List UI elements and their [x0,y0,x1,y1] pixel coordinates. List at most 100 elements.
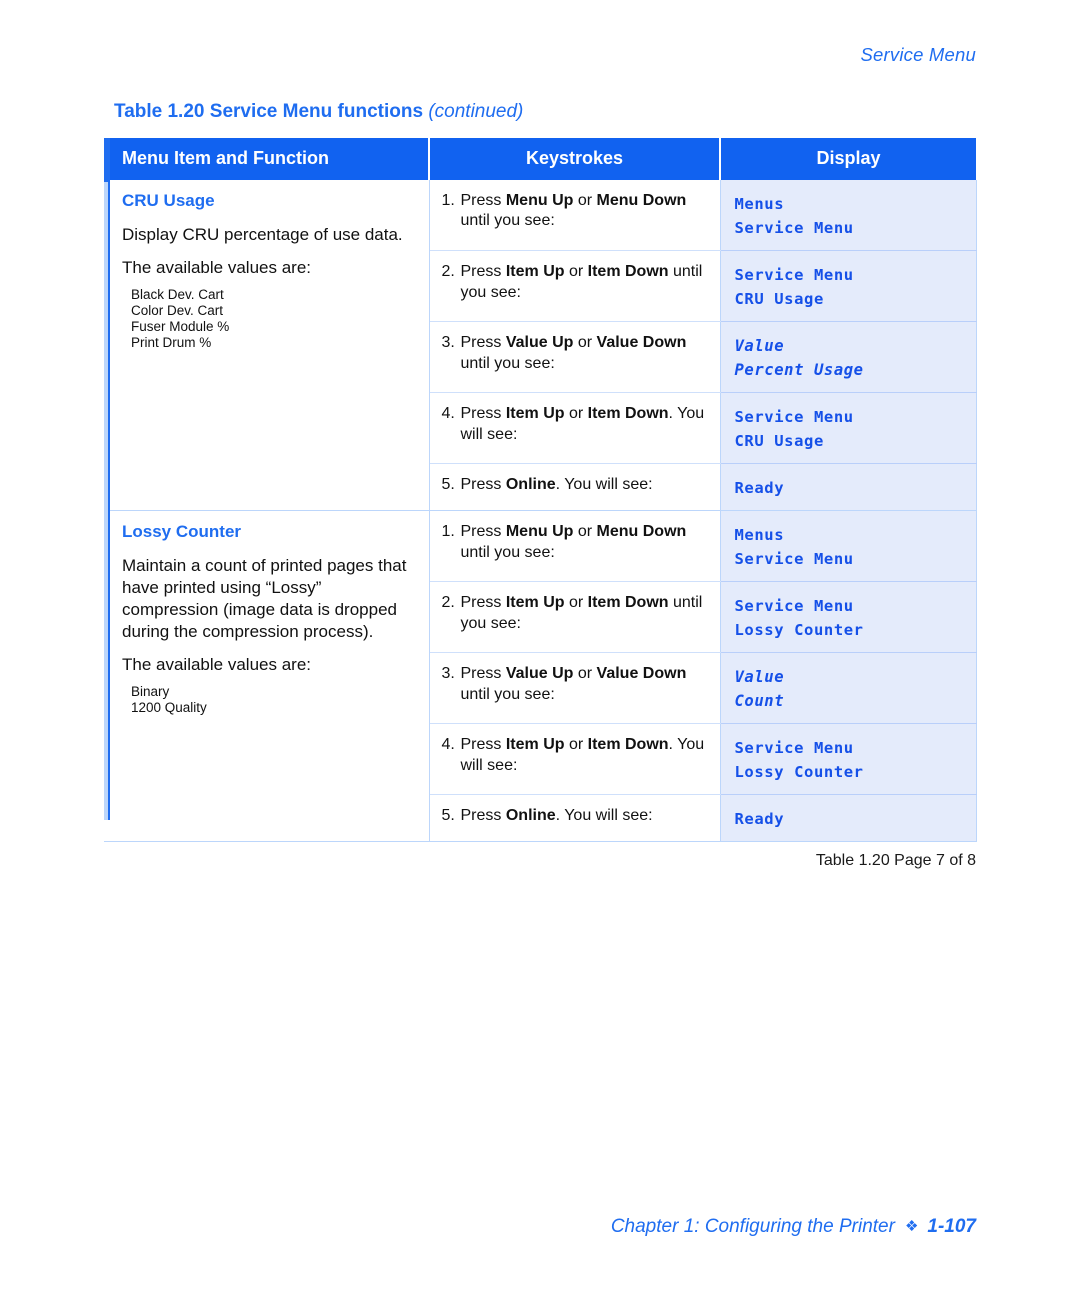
keystroke-plain-text: Press [460,192,506,209]
keystroke-step-number: 3. [441,334,455,352]
keystroke-step-text: Press Value Up or Value Down until you s… [461,333,710,374]
keystroke-button-label: Menu Down [596,523,687,541]
display-cell: Service Menu Lossy Counter [720,723,977,796]
menu-item-cell: CRU Usage Display CRU percentage of use d… [104,180,430,512]
table-row: Lossy Counter Maintain a count of printed… [104,510,977,843]
keystroke-plain-text: Press [460,523,506,541]
keystroke-step-number: 4. [441,405,455,423]
display-cell: Ready [720,463,977,512]
menu-item-title: Lossy Counter [122,522,242,542]
column-header-keystrokes: Keystrokes [429,138,721,180]
display-line: Ready [734,479,785,498]
keystroke-step-number: 1. [441,523,455,541]
display-line: Service Menu [734,597,854,616]
available-value-item: Fuser Module % [131,318,230,334]
diamond-icon: ❖ [904,1218,919,1235]
keystroke-step-number: 2. [441,594,455,612]
keystroke-step-text: Press Item Up or Item Down until you see… [461,593,710,634]
menu-item-title: CRU Usage [122,191,215,210]
display-cell: Value Count [720,652,977,725]
running-head: Service Menu [860,44,976,65]
keystroke-step-text: Press Menu Up or Menu Down until you see… [461,191,710,232]
table-body: CRU Usage Display CRU percentage of use d… [104,180,977,843]
keystroke-step-text: Press Online. You will see: [461,475,710,495]
keystroke-button-label: Value Up [505,334,574,352]
available-values-label: The available values are: [122,257,312,277]
display-line: Service Menu [734,408,854,427]
display-line: Lossy Counter [734,621,864,640]
keystroke-button-label: Online [505,476,556,494]
keystroke-button-label: Item Down [587,736,669,754]
keystroke-button-label: Menu Down [596,192,687,209]
keystroke-step-number: 2. [441,263,455,281]
display-cell: Menus Service Menu [720,180,977,252]
keystroke-plain-text: until you see: [460,212,555,230]
keystroke-plain-text: Press [460,736,506,754]
keystroke-plain-text: or [564,405,588,423]
available-values-list: Binary 1200 Quality [131,684,413,716]
keystrokes-cell: 1. Press Menu Up or Menu Down until you s… [429,180,721,252]
table-page-reference: Table 1.20 Page 7 of 8 [720,841,976,871]
keystroke-step: 5. Press Online. You will see: [442,475,710,495]
service-menu-functions-table: Menu Item and Function Keystrokes Displa… [104,138,977,871]
keystroke-button-label: Value Down [596,665,687,683]
keystroke-button-label: Menu Up [505,192,574,209]
page-footer: Chapter 1: Configuring the Printer ❖ 1-107 [0,1216,976,1238]
display-line: Percent Usage [734,361,864,380]
keystroke-step-text: Press Online. You will see: [461,806,710,826]
keystroke-button-label: Item Down [587,405,669,423]
menu-item-description: Display CRU percentage of use data. [122,224,403,244]
keystroke-button-label: Value Up [505,665,574,683]
table-footer-spacer-mid [429,841,720,871]
available-values-label: The available values are: [122,655,312,675]
display-line: Service Menu [734,739,854,758]
keystrokes-cell: 3. Press Value Up or Value Down until you… [429,652,721,725]
keystrokes-cell: 5. Press Online. You will see: [429,794,721,843]
keystroke-plain-text: Press [460,263,506,281]
table-caption-continued: (continued) [428,101,524,122]
display-line: Lossy Counter [734,763,864,782]
keystroke-plain-text: or [564,594,588,612]
keystroke-plain-text: . You will see: [555,807,653,825]
display-line: Count [734,692,785,711]
keystroke-plain-text: until you see: [460,354,555,372]
display-line: Service Menu [734,550,854,569]
keystroke-plain-text: Press [460,594,506,612]
display-line: CRU Usage [734,432,824,451]
keystroke-plain-text: or [573,192,597,209]
keystroke-button-label: Online [505,807,556,825]
keystroke-button-label: Item Down [587,263,669,281]
keystrokes-cell: 2. Press Item Up or Item Down until you s… [429,581,721,654]
keystroke-step: 1. Press Menu Up or Menu Down until you s… [442,191,710,232]
display-cell: Value Percent Usage [720,321,977,394]
keystroke-button-label: Menu Up [505,523,574,541]
keystroke-step-text: Press Item Up or Item Down. You will see… [461,404,710,445]
keystroke-plain-text: Press [460,807,506,825]
display-line: Service Menu [734,219,854,238]
keystroke-step-text: Press Item Up or Item Down. You will see… [461,735,710,776]
table-header-row: Menu Item and Function Keystrokes Displa… [104,138,976,180]
menu-item-description: Maintain a count of printed pages that h… [122,555,407,642]
display-line: Service Menu [734,266,854,285]
display-line: CRU Usage [734,290,824,309]
keystrokes-cell: 4. Press Item Up or Item Down. You will s… [429,392,721,465]
keystroke-step-number: 4. [441,736,455,754]
display-line: Value [734,668,785,687]
table-caption-title: Service Menu functions [209,101,424,122]
table-footer-row: Table 1.20 Page 7 of 8 [104,841,976,871]
table-left-rule [104,182,108,820]
column-header-display: Display [720,138,976,180]
keystrokes-cell: 1. Press Menu Up or Menu Down until you s… [429,510,721,583]
table-row: CRU Usage Display CRU percentage of use d… [104,180,977,512]
keystroke-button-label: Value Down [596,334,687,352]
keystroke-plain-text: Press [460,476,506,494]
column-header-menu-item: Menu Item and Function [104,138,430,180]
keystrokes-cell: 5. Press Online. You will see: [429,463,721,512]
keystroke-plain-text: . You will see: [555,476,653,494]
display-line: Menus [734,526,785,545]
keystroke-button-label: Item Down [587,594,669,612]
available-value-item: Binary [131,684,170,700]
table-caption: Table 1.20 Service Menu functions (conti… [114,101,523,123]
keystrokes-cell: 3. Press Value Up or Value Down until you… [429,321,721,394]
display-cell: Service Menu CRU Usage [720,250,977,323]
